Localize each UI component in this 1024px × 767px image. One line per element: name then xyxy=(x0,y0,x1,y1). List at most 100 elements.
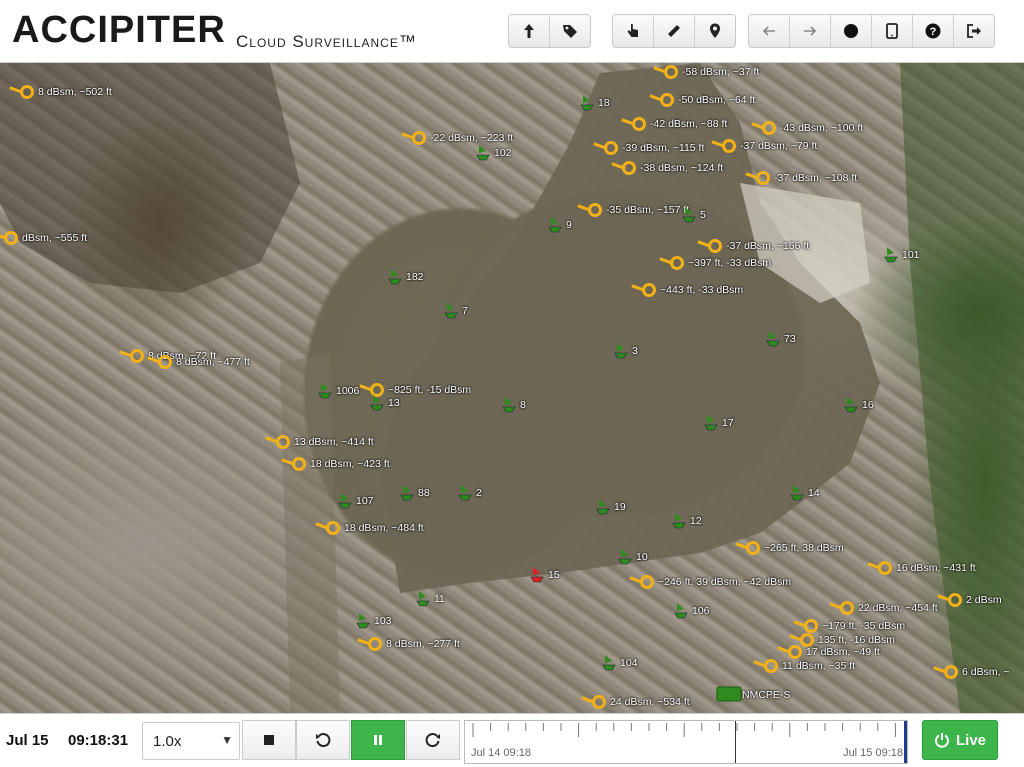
target-marker[interactable] xyxy=(664,65,678,79)
fast-forward-button[interactable] xyxy=(406,720,460,760)
target-marker[interactable] xyxy=(800,633,814,647)
sensor-marker[interactable] xyxy=(672,601,688,619)
sensor-label: 18 xyxy=(598,97,610,109)
target-marker[interactable] xyxy=(640,575,654,589)
sensor-icon xyxy=(884,247,898,263)
sensor-marker[interactable] xyxy=(456,483,472,501)
target-marker[interactable] xyxy=(660,93,674,107)
sensor-marker[interactable] xyxy=(474,143,490,161)
target-label: 16 dBsm, ~431 ft xyxy=(896,562,976,574)
sensor-marker[interactable] xyxy=(612,341,628,359)
sensor-icon xyxy=(444,303,458,319)
sensor-marker[interactable] xyxy=(368,393,384,411)
target-marker[interactable] xyxy=(762,121,776,135)
target-marker[interactable] xyxy=(764,659,778,673)
sensor-marker[interactable] xyxy=(764,329,780,347)
logout-button[interactable] xyxy=(954,15,994,47)
north-up-button[interactable] xyxy=(509,15,550,47)
sensor-label: 17 xyxy=(722,417,734,429)
target-marker[interactable] xyxy=(158,355,172,369)
sensor-marker[interactable] xyxy=(788,483,804,501)
sensor-marker[interactable] xyxy=(842,395,858,413)
target-marker[interactable] xyxy=(944,665,958,679)
target-label: 13 dBsm, ~414 ft xyxy=(294,436,374,448)
target-marker[interactable] xyxy=(276,435,290,449)
select-tool-button[interactable] xyxy=(613,15,654,47)
target-marker[interactable] xyxy=(642,283,656,297)
sensor-marker[interactable] xyxy=(442,301,458,319)
sensor-icon xyxy=(400,485,414,501)
stop-button[interactable] xyxy=(242,720,296,760)
measure-tool-button[interactable] xyxy=(654,15,695,47)
sensor-marker[interactable] xyxy=(398,483,414,501)
forward-button[interactable] xyxy=(790,15,831,47)
target-marker[interactable] xyxy=(632,117,646,131)
sensor-marker[interactable] xyxy=(500,395,516,413)
target-marker[interactable] xyxy=(588,203,602,217)
target-marker[interactable] xyxy=(412,131,426,145)
target-marker[interactable] xyxy=(130,349,144,363)
labels-button[interactable] xyxy=(550,15,590,47)
help-button[interactable]: ? xyxy=(913,15,954,47)
target-marker[interactable] xyxy=(788,645,802,659)
sensor-marker[interactable] xyxy=(702,413,718,431)
target-marker[interactable] xyxy=(622,161,636,175)
target-marker[interactable] xyxy=(708,239,722,253)
sensor-label: 182 xyxy=(406,271,424,283)
target-marker[interactable] xyxy=(292,457,306,471)
record-button[interactable] xyxy=(831,15,872,47)
sensor-marker[interactable] xyxy=(670,511,686,529)
sensor-marker[interactable] xyxy=(546,215,562,233)
target-marker[interactable] xyxy=(4,231,18,245)
target-label: -37 dBsm, ~108 ft xyxy=(774,172,858,184)
satellite-map[interactable]: 8 dBsm, ~502 ft -22 dBsm, ~223 ft -50 dBsm… xyxy=(0,63,1024,713)
target-marker[interactable] xyxy=(326,521,340,535)
sensor-marker[interactable] xyxy=(600,653,616,671)
live-button[interactable]: Live xyxy=(922,720,998,760)
arrow-left-icon xyxy=(762,26,775,36)
sensor-marker[interactable] xyxy=(386,267,402,285)
stop-icon xyxy=(264,735,274,745)
sensor-marker[interactable] xyxy=(882,245,898,263)
target-label: 18 dBsm, ~484 ft xyxy=(344,522,424,534)
sensor-marker[interactable] xyxy=(354,611,370,629)
target-label: 135 ft, -16 dBsm xyxy=(818,634,896,646)
sensor-marker[interactable] xyxy=(680,205,696,223)
target-marker[interactable] xyxy=(722,139,736,153)
target-marker[interactable] xyxy=(670,256,684,270)
sensor-icon xyxy=(672,513,686,529)
target-marker[interactable] xyxy=(948,593,962,607)
tag-icon xyxy=(563,25,577,38)
sensor-marker[interactable] xyxy=(336,491,352,509)
target-marker[interactable] xyxy=(840,601,854,615)
target-marker[interactable] xyxy=(20,85,34,99)
target-label: 22 dBsm, ~454 ft xyxy=(858,602,938,614)
target-marker[interactable] xyxy=(604,141,618,155)
sensor-marker[interactable] xyxy=(578,93,594,111)
target-marker[interactable] xyxy=(756,171,770,185)
sensor-marker[interactable] xyxy=(528,565,544,583)
target-marker[interactable] xyxy=(746,541,760,555)
back-button[interactable] xyxy=(749,15,790,47)
sensor-marker[interactable] xyxy=(316,381,332,399)
target-label: 17 dBsm, ~49 ft xyxy=(806,646,880,658)
rewind-button[interactable] xyxy=(296,720,350,760)
timeline-cursor[interactable] xyxy=(735,721,736,763)
tablet-view-button[interactable] xyxy=(872,15,913,47)
pause-button[interactable] xyxy=(351,720,405,760)
sensor-marker[interactable] xyxy=(414,589,430,607)
station-marker[interactable] xyxy=(716,685,742,708)
sensor-icon xyxy=(790,485,804,501)
sensor-label: 102 xyxy=(494,147,512,159)
logout-icon xyxy=(967,24,981,38)
timeline-slider[interactable]: Jul 14 09:18 Jul 15 09:18 xyxy=(464,720,908,764)
map-pin-icon xyxy=(710,23,720,38)
target-marker[interactable] xyxy=(878,561,892,575)
target-marker[interactable] xyxy=(368,637,382,651)
location-button[interactable] xyxy=(695,15,735,47)
speed-select[interactable]: 1.0x ▼ xyxy=(142,722,240,760)
sensor-marker[interactable] xyxy=(594,497,610,515)
sensor-marker[interactable] xyxy=(616,547,632,565)
target-marker[interactable] xyxy=(592,695,606,709)
target-marker[interactable] xyxy=(804,619,818,633)
